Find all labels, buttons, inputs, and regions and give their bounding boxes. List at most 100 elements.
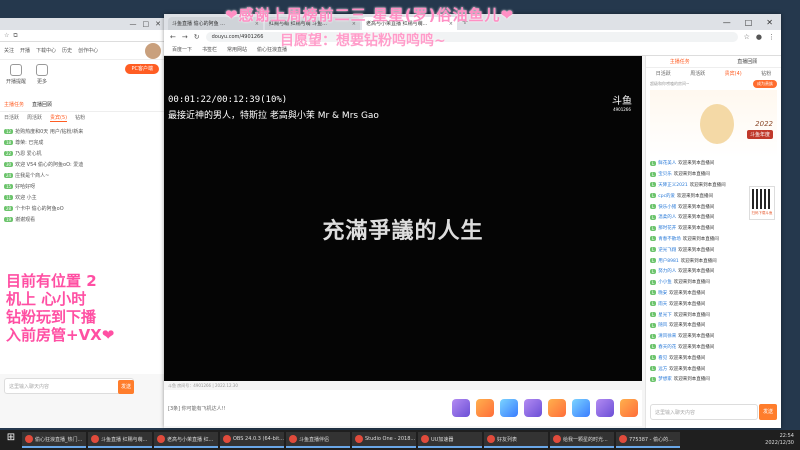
list-item: 18 尊荣: 已完成 <box>4 140 44 146</box>
chat-message: L 远方 欢迎来到本直播间 <box>650 366 706 372</box>
overlay-wish: 目愿望：想要钻粉鸣鸣鸣~ <box>280 33 446 49</box>
url-text: douyu.com/4901266 <box>211 34 264 40</box>
left-window-titlebar: — □ ✕ <box>0 18 165 30</box>
chat-input[interactable]: 这里输入聊天内容 <box>650 404 758 420</box>
gift-icon[interactable] <box>500 399 518 417</box>
chrome-icon <box>25 435 33 443</box>
nav-broadcast[interactable]: 开播 <box>20 47 30 54</box>
gift-icon[interactable] <box>596 399 614 417</box>
gift-notice: [3条] 你可能有飞机达人!! <box>168 405 226 412</box>
list-item: 30 欢迎 V54 偷心的阿鱼oO: 爱迪 <box>4 162 84 168</box>
rank-vip[interactable]: 贵宾(4) <box>725 70 742 77</box>
chat-message: L 逆光飞翔 欢迎来到本直播间 <box>650 247 715 253</box>
reload-icon[interactable]: ↻ <box>194 33 200 41</box>
chat-message: L 小小鱼 欢迎来到本直播间 <box>650 279 710 286</box>
profile-icon[interactable]: ● <box>756 33 762 41</box>
rank-daily[interactable]: 日活跃 <box>656 70 671 77</box>
maximize-button[interactable]: □ <box>745 18 753 27</box>
minimize-button[interactable]: — <box>723 18 731 27</box>
more-icon <box>36 64 49 76</box>
left-send-button[interactable]: 发送 <box>118 380 134 394</box>
menu-icon[interactable]: ⋮ <box>768 33 775 41</box>
minimize-icon[interactable]: — <box>130 20 137 28</box>
avatar[interactable] <box>145 42 161 59</box>
taskbar-item[interactable]: OBS 24.0.3 (64-bit... <box>220 432 284 448</box>
bookmarks-bar: 百度一下 书签栏 常用网站 偷心狂浪直播 <box>164 44 781 56</box>
gift-icon[interactable] <box>476 399 494 417</box>
rank-weekly[interactable]: 周活跃 <box>690 70 705 77</box>
rank-diamond[interactable]: 钻粉 <box>75 114 85 122</box>
gift-icon[interactable] <box>620 399 638 417</box>
left-stream-window: — □ ✕ ☆ ⧉ 关注 开播 下载中心 历史 创作中心 开播提醒 更多 PC客… <box>0 18 165 428</box>
more-tool[interactable]: 更多 <box>36 64 49 94</box>
taskbar-item[interactable]: 偷心狂浪直播_热门... <box>22 432 86 448</box>
gift-icon[interactable] <box>572 399 590 417</box>
nav-history[interactable]: 历史 <box>62 47 72 54</box>
list-item: 24 庄我是个商人~ <box>4 173 50 179</box>
taskbar-item[interactable]: 给我一颗星的时光... <box>550 432 614 448</box>
left-rank-tabs: 日活跃 周活跃 贵宾(5) 钻粉 <box>0 112 165 124</box>
back-icon[interactable]: ← <box>170 33 176 41</box>
window-controls: — □ ✕ <box>723 18 781 27</box>
chat-message: L 努力的人 欢迎来到本直播间 <box>650 268 715 275</box>
taskbar-item[interactable]: 斗鱼直播伴侣 <box>286 432 350 448</box>
taskbar-item[interactable]: 老高与小茉直播 红... <box>154 432 218 448</box>
chat-message: L 鲜花美人 欢迎来到本直播间 <box>650 160 715 167</box>
qr-code-icon <box>752 189 772 209</box>
gift-icon[interactable] <box>452 399 470 417</box>
close-button[interactable]: ✕ <box>766 18 773 27</box>
tab-host-tasks[interactable]: 主播任务 <box>670 58 690 65</box>
bookmark-item[interactable]: 书签栏 <box>202 46 217 53</box>
rank-weekly[interactable]: 周活跃 <box>27 114 42 122</box>
tab-replay[interactable]: 直播回顾 <box>32 101 52 108</box>
nav-follow[interactable]: 关注 <box>4 47 14 54</box>
annual-banner[interactable]: 2022 斗鱼年度 <box>650 90 777 158</box>
room-notice: 超级和你唠嗑的房间~ 成为贵族 <box>646 78 781 90</box>
nav-download[interactable]: 下载中心 <box>36 47 56 54</box>
extension-icon[interactable]: ⧉ <box>13 32 17 40</box>
gift-icon[interactable] <box>548 399 566 417</box>
list-item: 15 好哈好呀 <box>4 184 36 190</box>
taskbar-item[interactable]: 775387 - 偷心的... <box>616 432 680 448</box>
taskbar-item[interactable]: 斗鱼直播 红赐与萌... <box>88 432 152 448</box>
gift-icon[interactable] <box>524 399 542 417</box>
qr-code[interactable]: 扫码下载斗鱼 <box>749 186 775 220</box>
banner-year: 2022 <box>755 120 773 128</box>
rank-vip[interactable]: 贵宾(5) <box>50 114 68 122</box>
left-top-nav: 关注 开播 下载中心 历史 创作中心 <box>0 42 165 60</box>
become-noble-button[interactable]: 成为贵族 <box>753 80 777 88</box>
system-clock[interactable]: 22:54 2022/12/30 <box>765 433 800 447</box>
taskbar-item[interactable]: UU加速器 <box>418 432 482 448</box>
video-player[interactable]: 00:01:22/00:12:39(10%) 最接近神的男人，特斯拉 老高與小茉… <box>164 56 642 381</box>
rank-diamond[interactable]: 钻粉 <box>761 70 771 77</box>
tab-host-tasks[interactable]: 主播任务 <box>4 101 24 108</box>
chat-message: L 那时花开 欢迎来到本直播间 <box>650 225 715 232</box>
video-timecode: 00:01:22/00:12:39(10%) <box>168 95 288 105</box>
uu-icon <box>421 435 429 443</box>
pc-client-badge[interactable]: PC客户端 <box>125 64 159 74</box>
rank-tabs: 日活跃 周活跃 贵宾(4) 钻粉 <box>646 68 781 78</box>
left-address-bar[interactable]: ☆ ⧉ <box>0 30 165 42</box>
chat-message: L 春天的花 欢迎来到本直播间 <box>650 344 715 350</box>
tab-replay[interactable]: 直播回顾 <box>737 58 757 65</box>
close-icon[interactable]: ✕ <box>155 20 161 28</box>
star-icon[interactable]: ☆ <box>744 33 750 41</box>
chat-message: L 梦想家 欢迎来到本直播间 <box>650 376 710 383</box>
windows-start-icon[interactable]: ⊞ <box>2 432 20 448</box>
forward-icon[interactable]: → <box>182 33 188 41</box>
star-icon[interactable]: ☆ <box>4 32 9 39</box>
alarm-tool[interactable]: 开播提醒 <box>6 64 26 94</box>
nav-creator[interactable]: 创作中心 <box>78 47 98 54</box>
video-subtitle: 充滿爭議的人生 <box>322 219 484 244</box>
bookmark-item[interactable]: 常用网站 <box>227 46 247 53</box>
list-item: 28 个卡中 偷心的阿鱼oO <box>4 206 64 212</box>
left-chat-input[interactable]: 这里输入聊天内容 <box>4 378 134 394</box>
bookmark-item[interactable]: 百度一下 <box>172 46 192 53</box>
taskbar-item[interactable]: 好友列表 <box>484 432 548 448</box>
maximize-icon[interactable]: □ <box>143 20 150 28</box>
taskbar-item[interactable]: Studio One - 2018... <box>352 432 416 448</box>
room-info: 斗鱼 房间号：4901266 | 2022.12.30 <box>168 383 238 388</box>
send-button[interactable]: 发送 <box>759 404 777 420</box>
rank-daily[interactable]: 日活跃 <box>4 114 19 122</box>
overlay-notice: 目前有位置 2 机上 心小时 钻粉玩到下播 入前房管+VX❤ <box>6 272 115 344</box>
